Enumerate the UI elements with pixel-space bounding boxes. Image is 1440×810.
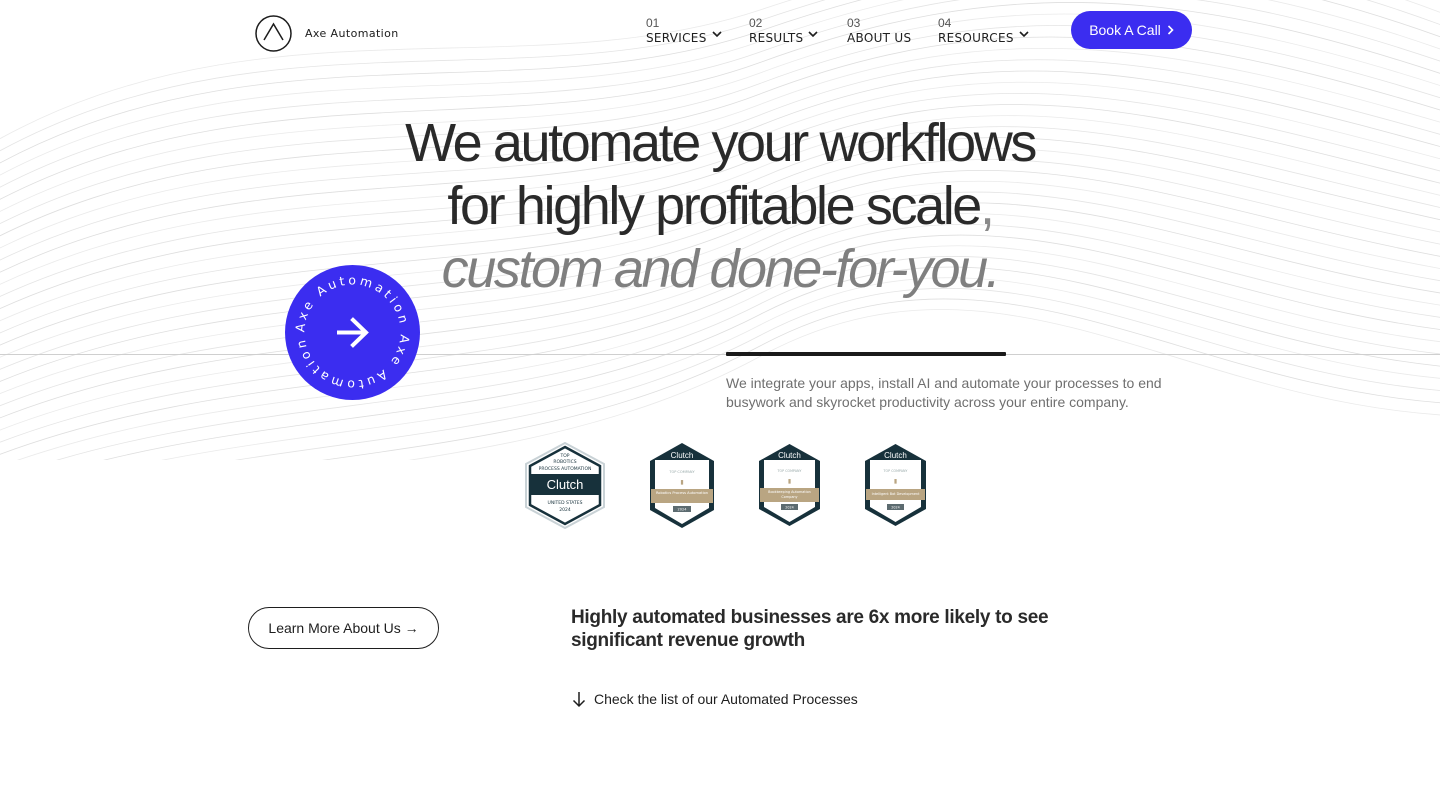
arrow-down-icon	[572, 692, 586, 708]
nav-number: 03	[847, 16, 861, 30]
wave-line	[161, 277, 1440, 460]
clutch-logo-text: Clutch	[884, 451, 907, 460]
wave-line	[234, 287, 1440, 460]
award-year: 2024	[559, 507, 571, 513]
clutch-award-badge-3: Clutch TOP COMPANY ▮ Bookkeeping Automat…	[759, 444, 820, 526]
stat-heading: Highly automated businesses are 6x more …	[571, 607, 1049, 651]
wave-line	[408, 309, 1440, 460]
check-automated-processes-link[interactable]: Check the list of our Automated Processe…	[571, 690, 858, 708]
nav-label: SERVICES	[646, 31, 707, 45]
hero-line-1: We automate your workflows	[405, 113, 1037, 173]
clutch-award-badge-4: Clutch TOP COMPANY ▮ Intelligent Bot Dev…	[865, 444, 926, 526]
nav-label: ABOUT US	[847, 31, 912, 45]
logo-triangle-icon	[255, 15, 292, 52]
book-a-call-button[interactable]: Book A Call	[1071, 11, 1192, 49]
check-list-label: Check the list of our Automated Processe…	[594, 691, 858, 707]
chevron-down-icon	[808, 30, 818, 37]
accent-bar	[726, 352, 1006, 356]
nav-label: RESOURCES	[938, 31, 1014, 45]
award-category: Robotics Process Automation	[655, 491, 709, 495]
nav-label: RESULTS	[749, 31, 804, 45]
hero-line-2: for highly profitable scale,	[447, 176, 994, 236]
book-a-call-label: Book A Call	[1089, 22, 1161, 38]
chevron-down-icon	[1019, 30, 1029, 37]
intro-paragraph: We integrate your apps, install AI and a…	[726, 375, 1162, 410]
chevron-right-icon	[1167, 25, 1174, 35]
award-subcategory: PROCESS AUTOMATION	[539, 466, 592, 472]
award-region: UNITED STATES	[548, 500, 583, 506]
learn-more-about-us-button[interactable]: Learn More About Us →	[248, 607, 439, 649]
hero-divider-line	[0, 354, 1440, 355]
nav-resources[interactable]: 04 RESOURCES	[938, 16, 1029, 46]
clutch-logo-text: Clutch	[547, 477, 584, 492]
award-year: 2024	[891, 506, 899, 510]
award-year: 2024	[678, 508, 688, 512]
award-top-text: TOP	[559, 453, 569, 459]
award-top-text: TOP COMPANY	[777, 469, 803, 473]
site-header: Axe Automation 01 SERVICES 02 RESULTS 03…	[0, 0, 1440, 70]
award-top-text: TOP COMPANY	[883, 469, 909, 473]
nav-results[interactable]: 02 RESULTS	[749, 16, 818, 46]
rotating-badge-button[interactable]: Axe Automation Axe Automation	[285, 265, 420, 400]
bar-chart-icon: ▮	[894, 478, 897, 485]
learn-more-label: Learn More About Us →	[268, 620, 419, 636]
clutch-award-badge-1: TOP ROBOTICS PROCESS AUTOMATION Clutch U…	[525, 442, 605, 529]
nav-number: 04	[938, 16, 952, 30]
hero-line-3: custom and done-for-you.	[441, 239, 1001, 299]
bar-chart-icon: ▮	[788, 478, 791, 485]
logo-text: Axe Automation	[305, 27, 399, 40]
award-year: 2024	[785, 506, 793, 510]
award-category: ROBOTICS	[553, 459, 576, 465]
chevron-down-icon	[712, 30, 722, 37]
bar-chart-icon: ▮	[680, 479, 683, 486]
award-top-text: TOP COMPANY	[668, 470, 695, 474]
nav-number: 02	[749, 16, 763, 30]
logo[interactable]: Axe Automation	[255, 15, 399, 52]
wave-line	[321, 298, 1440, 460]
award-category: Intelligent Bot Development	[871, 492, 920, 496]
award-category: Bookkeeping Automation Company	[768, 490, 811, 499]
nav-number: 01	[646, 16, 660, 30]
nav-about-us[interactable]: 03 ABOUT US	[847, 16, 911, 46]
hero-headline: We automate your workflows for highly pr…	[0, 112, 1440, 301]
clutch-award-badge-2: Clutch TOP COMPANY ▮ Robotics Process Au…	[650, 443, 714, 528]
nav-services[interactable]: 01 SERVICES	[646, 16, 722, 46]
clutch-logo-text: Clutch	[671, 451, 694, 460]
clutch-logo-text: Clutch	[778, 451, 801, 460]
